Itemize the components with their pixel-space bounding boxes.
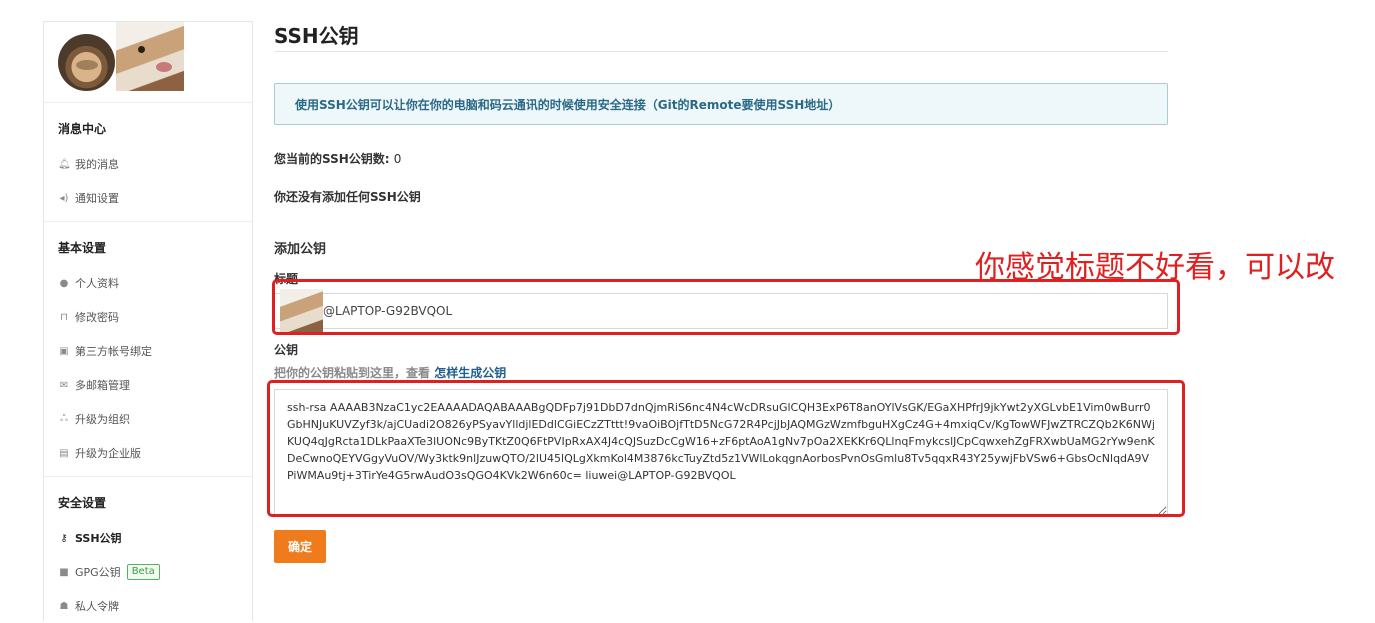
key-icon: ⚷ (60, 532, 68, 544)
sidebar-item-label: 通知设置 (75, 192, 119, 205)
sidebar-item-upgrade-enterprise[interactable]: ▤ 升级为企业版 (58, 436, 238, 470)
bind-icon: ▣ (59, 345, 69, 357)
sidebar-item-notify-settings[interactable]: ◂) 通知设置 (58, 181, 238, 215)
sidebar-item-label: 升级为企业版 (75, 447, 141, 460)
sidebar-item-label: GPG公钥 (75, 566, 121, 579)
key-count-label: 您当前的SSH公钥数: (274, 152, 394, 166)
notice-text: 使用SSH公钥可以让你在你的电脑和码云通讯的时候使用安全连接（Git的Remot… (295, 97, 841, 112)
avatar[interactable] (58, 34, 115, 91)
sidebar-item-label: 私人令牌 (75, 600, 119, 613)
sidebar-item-password[interactable]: ⊓ 修改密码 (58, 300, 238, 334)
mail-icon: ✉ (59, 379, 69, 391)
avatar-area (44, 22, 252, 103)
sidebar-item-upgrade-org[interactable]: ஃ 升级为组织 (58, 402, 238, 436)
divider (44, 476, 252, 477)
token-icon: ☗ (59, 600, 69, 612)
sidebar-item-third-party[interactable]: ▣ 第三方帐号绑定 (58, 334, 238, 368)
avatar-dog-image (116, 22, 184, 91)
info-notice: 使用SSH公钥可以让你在你的电脑和码云通讯的时候使用安全连接（Git的Remot… (274, 83, 1168, 125)
key-count-line: 您当前的SSH公钥数: 0 (274, 150, 1168, 167)
sidebar-item-emails[interactable]: ✉ 多邮箱管理 (58, 368, 238, 402)
group-title-security: 安全设置 (58, 496, 107, 510)
group-basic: 基本设置 ● 个人资料 ⊓ 修改密码 ▣ 第三方帐号绑定 ✉ 多邮箱管理 ஃ 升… (44, 239, 252, 470)
group-icon: ஃ (60, 413, 68, 424)
sidebar-item-label: 第三方帐号绑定 (75, 345, 152, 358)
annotation-text: 你感觉标题不好看，可以改 (975, 250, 1335, 285)
user-icon: ● (59, 277, 69, 289)
key-count-value: 0 (393, 152, 402, 166)
key-field-label: 公钥 (274, 343, 299, 357)
key-hint-text: 把你的公钥粘贴到这里，查看 (274, 366, 435, 380)
confirm-button[interactable]: 确定 (274, 530, 326, 563)
sidebar-item-label: 我的消息 (75, 158, 119, 171)
sidebar-item-label: 个人资料 (75, 277, 119, 290)
sidebar-item-label: SSH公钥 (75, 532, 122, 545)
group-title-basic: 基本设置 (58, 241, 107, 255)
speaker-icon: ◂) (59, 192, 69, 204)
no-keys-text: 你还没有添加任何SSH公钥 (274, 190, 421, 204)
sidebar-item-my-messages[interactable]: 🔔︎ 我的消息 (58, 147, 238, 181)
annotation-box-key (267, 380, 1185, 517)
beta-badge: Beta (126, 564, 160, 580)
key-hint: 把你的公钥粘贴到这里，查看 怎样生成公钥 (274, 364, 1168, 381)
unlock-icon: ⊓ (60, 311, 68, 323)
sidebar-item-label: 升级为组织 (75, 413, 130, 426)
lock-icon: ■ (59, 566, 69, 578)
title-divider (274, 51, 1168, 52)
how-to-generate-link[interactable]: 怎样生成公钥 (434, 366, 506, 380)
building-icon: ▤ (59, 447, 69, 459)
sidebar-item-label: 修改密码 (75, 311, 119, 324)
divider (44, 221, 252, 222)
sidebar-item-ssh-keys[interactable]: ⚷ SSH公钥 (58, 521, 238, 555)
page-title: SSH公钥 (274, 24, 359, 48)
group-messages: 消息中心 🔔︎ 我的消息 ◂) 通知设置 (44, 120, 252, 215)
sidebar-item-gpg-keys[interactable]: ■ GPG公钥 Beta (58, 555, 238, 589)
group-title-messages: 消息中心 (58, 122, 107, 136)
sidebar-item-label: 多邮箱管理 (75, 379, 130, 392)
sidebar-item-profile[interactable]: ● 个人资料 (58, 266, 238, 300)
settings-sidebar: 消息中心 🔔︎ 我的消息 ◂) 通知设置 基本设置 ● 个人资料 ⊓ 修改密码 … (43, 21, 253, 621)
sidebar-item-private-tokens[interactable]: ☗ 私人令牌 (58, 589, 238, 623)
bell-icon: 🔔︎ (58, 158, 71, 170)
